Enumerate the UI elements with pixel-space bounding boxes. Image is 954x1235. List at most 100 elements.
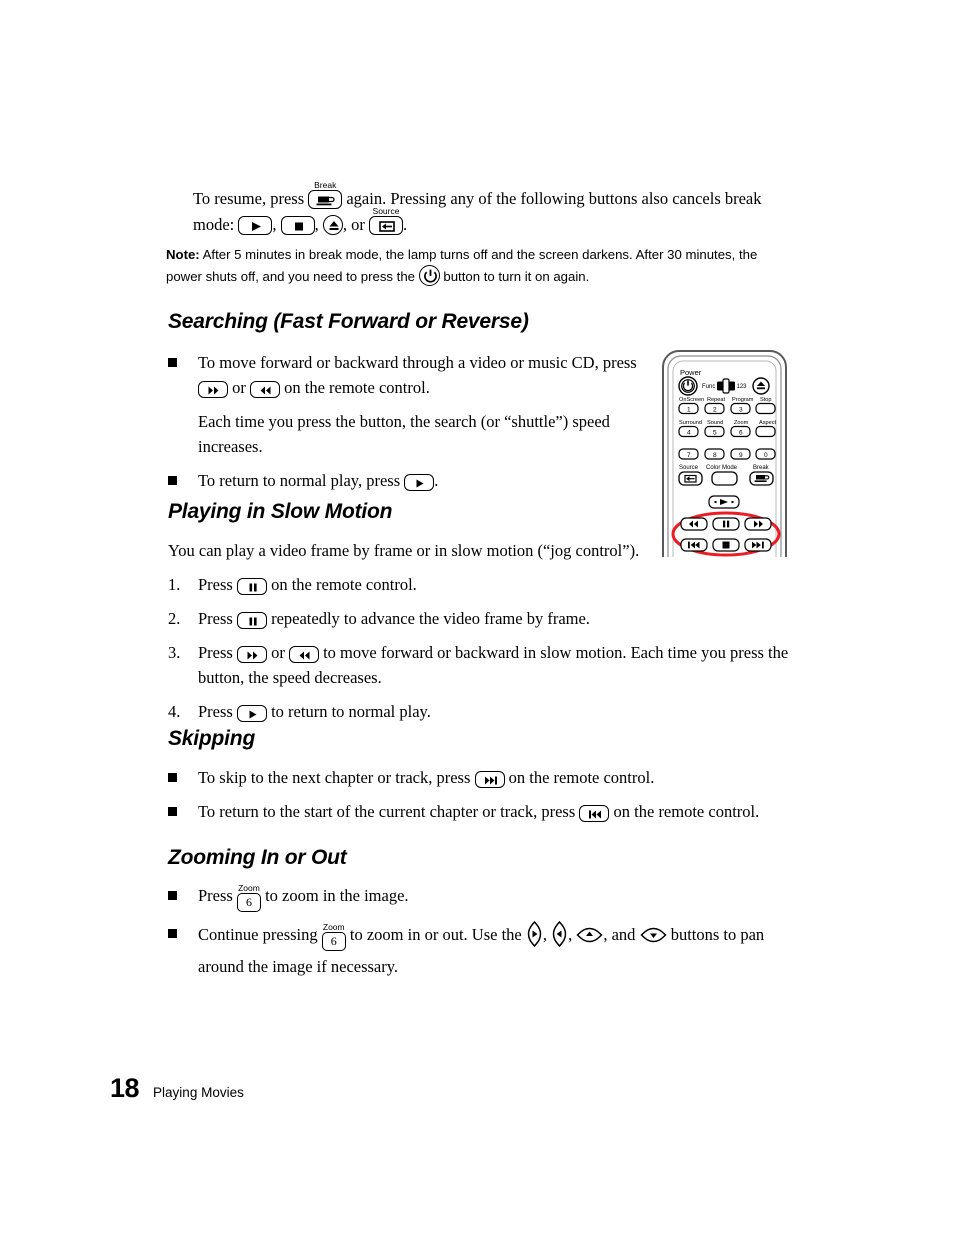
paragraph-row: Each time you press the button, the sear… [168, 409, 668, 459]
slow-motion-body: You can play a video frame by frame or i… [168, 538, 793, 724]
fast-forward-button-icon [198, 381, 228, 398]
zoom-key-digit: 6 [330, 934, 337, 948]
rewind-button-icon [250, 381, 280, 398]
step3-post: to move forward or backward in slow moti… [198, 643, 789, 687]
zoom-b2-comma-2: , [568, 925, 573, 944]
heading-searching: Searching (Fast Forward or Reverse) [168, 310, 529, 333]
svg-text:Program: Program [732, 397, 754, 403]
list-item: Continue pressing Zoom 6 to zoom in or o… [168, 920, 808, 979]
list-item: 4. Press to return to normal play. [168, 699, 793, 724]
square-bullet-icon [168, 358, 177, 367]
note-block: Note: After 5 minutes in break mode, the… [166, 245, 786, 287]
step1-post: on the remote control. [271, 575, 417, 594]
skipping-b1-text-a: To skip to the next chapter or track, pr… [198, 768, 471, 787]
svg-text:2: 2 [713, 406, 717, 413]
pan-up-button-icon [576, 925, 603, 950]
step4-pre: Press [198, 702, 233, 721]
play-button-icon [404, 474, 435, 491]
pan-down-button-icon [640, 925, 667, 950]
play-button-icon-intro [238, 216, 273, 235]
searching-body: To move forward or backward through a vi… [168, 350, 668, 493]
list-item: Press Zoom 6 to zoom in the image. [168, 883, 808, 912]
list-item: To return to the start of the current ch… [168, 799, 798, 824]
note-label: Note: [166, 247, 200, 262]
step3-mid: or [271, 643, 285, 662]
zoom-b2-and: , and [603, 925, 636, 944]
bullet-marker [168, 350, 198, 375]
source-button-icon-intro: Source [369, 207, 403, 235]
square-bullet-icon [168, 929, 177, 938]
square-bullet-icon [168, 476, 177, 485]
list-item: 3. Press or to move forward or backward … [168, 640, 793, 690]
page-number: 18 [110, 1073, 140, 1103]
zoom-key-6-icon: Zoom 6 [321, 923, 346, 951]
searching-b1-text-b: on the remote control. [284, 378, 430, 397]
step-number: 2. [168, 609, 181, 628]
pan-left-button-icon [551, 920, 568, 954]
power-button-icon [418, 265, 440, 286]
list-item: 1. Press on the remote control. [168, 572, 793, 597]
svg-text:Stop: Stop [760, 397, 772, 403]
skipping-b2-text-b: on the remote control. [613, 802, 760, 821]
zoom-key-caption: Zoom [238, 883, 260, 893]
list-item: To move forward or backward through a vi… [168, 350, 668, 400]
svg-text:4: 4 [687, 429, 691, 436]
skipping-b1-text-b: on the remote control. [508, 768, 655, 787]
source-button-caption: Source [372, 206, 400, 216]
step-number: 1. [168, 575, 181, 594]
heading-zooming: Zooming In or Out [168, 846, 347, 869]
svg-text:8: 8 [713, 452, 717, 459]
pan-right-button-icon [526, 920, 543, 954]
square-bullet-icon [168, 807, 177, 816]
searching-b2-text-a: To return to normal play, press [198, 471, 401, 490]
svg-text:Sound: Sound [707, 420, 723, 426]
step-number: 3. [168, 643, 181, 662]
svg-text:Repeat: Repeat [707, 397, 725, 403]
svg-text:Source: Source [679, 465, 699, 471]
svg-text:6: 6 [739, 429, 743, 436]
play-button-icon [236, 705, 267, 722]
step4-post: to return to normal play. [271, 702, 431, 721]
heading-slow-motion: Playing in Slow Motion [168, 500, 393, 523]
list-item: To skip to the next chapter or track, pr… [168, 765, 798, 790]
svg-text:Zoom: Zoom [734, 420, 749, 426]
zooming-body: Press Zoom 6 to zoom in the image. Conti… [168, 883, 808, 979]
rewind-button-icon [288, 646, 319, 663]
pause-button-icon [236, 578, 267, 595]
zoom-b1-text-a: Press [198, 886, 233, 905]
svg-text:1: 1 [687, 406, 691, 413]
svg-text:123: 123 [737, 384, 748, 390]
svg-text:Func: Func [702, 384, 715, 390]
next-track-button-icon [474, 771, 505, 788]
manual-page: To resume, press Break again. Pressing a… [0, 0, 954, 1235]
footer-chapter-title: Playing Movies [153, 1085, 244, 1100]
zoom-b1-text-b: to zoom in the image. [265, 886, 409, 905]
remote-control-illustration: Power Func 123 OnScreen Repeat Program S… [662, 350, 787, 557]
intro-paragraph: To resume, press Break again. Pressing a… [193, 181, 763, 238]
square-bullet-icon [168, 773, 177, 782]
zoom-b2-text-b: to zoom in or out. Use the [349, 925, 522, 944]
svg-text:Surround: Surround [679, 420, 702, 426]
heading-skipping: Skipping [168, 727, 256, 750]
break-button-icon: Break [308, 181, 343, 209]
svg-text:Break: Break [753, 465, 770, 471]
bullet-marker [168, 883, 198, 908]
bullet-marker [168, 765, 198, 790]
step-number: 4. [168, 702, 181, 721]
svg-text:OnScreen: OnScreen [679, 397, 704, 403]
list-item: To return to normal play, press . [168, 468, 668, 493]
step1-pre: Press [198, 575, 233, 594]
searching-paragraph: Each time you press the button, the sear… [198, 412, 610, 456]
eject-button-icon-intro [322, 215, 343, 235]
zoom-key-caption: Zoom [322, 922, 345, 932]
bullet-marker [168, 799, 198, 824]
pause-button-icon [236, 612, 267, 629]
previous-track-button-icon [579, 805, 610, 822]
svg-text:7: 7 [687, 452, 691, 459]
list-item: 2. Press repeatedly to advance the video… [168, 606, 793, 631]
